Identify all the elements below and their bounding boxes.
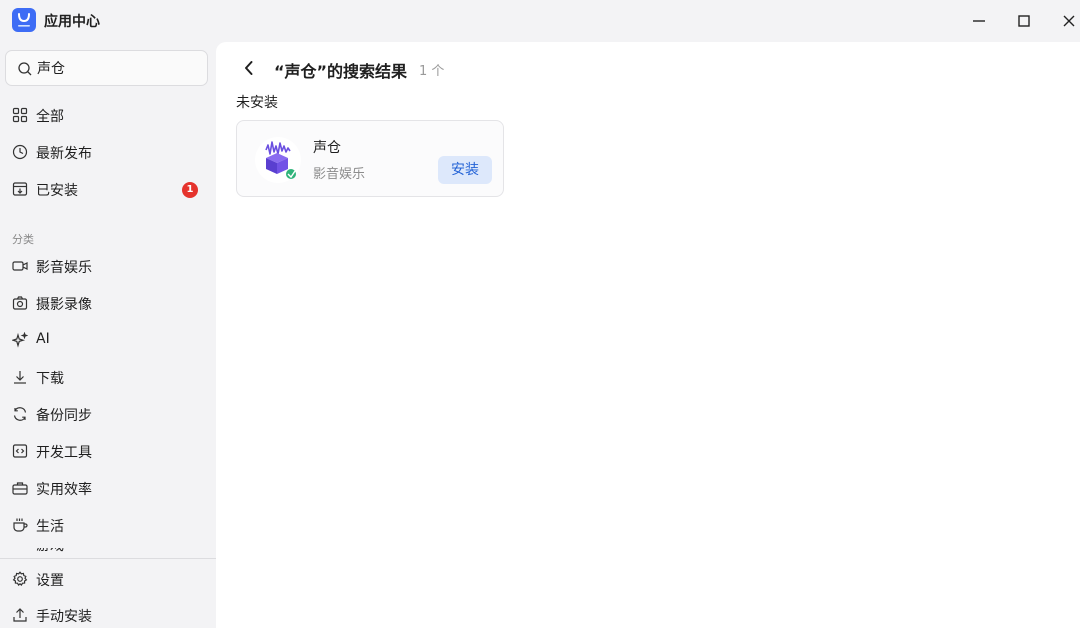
sidebar-item-devtools[interactable]: 开发工具 [0, 434, 216, 468]
sidebar-item-productivity[interactable]: 实用效率 [0, 471, 216, 505]
grid-icon [12, 107, 28, 123]
sidebar-item-label: 全部 [36, 109, 64, 125]
sidebar-item-life[interactable]: 生活 [0, 508, 216, 542]
sidebar-item-label: 手动安装 [36, 609, 92, 625]
update-count-badge: 1 [182, 182, 198, 198]
sidebar-item-label: 实用效率 [36, 482, 92, 498]
title-bar: 应用中心 [0, 0, 1080, 42]
chevron-left-icon [245, 61, 253, 75]
app-icon [254, 136, 302, 184]
search-box[interactable] [5, 50, 208, 86]
sidebar-item-backup[interactable]: 备份同步 [0, 397, 216, 431]
sidebar-item-games-partial: 游戏 [36, 548, 76, 554]
toolbox-icon [12, 480, 28, 496]
sidebar-item-media[interactable]: 影音娱乐 [0, 249, 216, 283]
sync-icon [12, 406, 28, 422]
sidebar-item-settings[interactable]: 设置 [0, 562, 216, 596]
video-camera-icon [12, 258, 28, 274]
sidebar-item-installed[interactable]: 已安装 1 [0, 172, 216, 206]
sidebar-item-label: 影音娱乐 [36, 260, 92, 276]
main-content: “声仓”的搜索结果 1 个 未安装 声仓 影音娱乐 安装 [216, 42, 1080, 628]
sidebar: 全部 最新发布 已安装 1 分类 影音娱乐 摄影录像 [0, 42, 216, 628]
app-card[interactable]: 声仓 影音娱乐 安装 [236, 120, 504, 197]
sidebar-item-all[interactable]: 全部 [0, 98, 216, 132]
app-center-logo-icon [12, 8, 36, 32]
search-input[interactable] [37, 57, 197, 79]
sparkle-icon [12, 332, 28, 348]
sidebar-item-label: 备份同步 [36, 408, 92, 424]
app-window: 应用中心 全部 最新发布 [0, 0, 1080, 628]
sidebar-item-manual-install[interactable]: 手动安装 [0, 598, 216, 628]
sidebar-item-label: 生活 [36, 519, 64, 535]
app-category: 影音娱乐 [313, 167, 366, 182]
sidebar-item-label: 最新发布 [36, 146, 92, 162]
app-title: 应用中心 [44, 14, 100, 30]
download-icon [12, 369, 28, 385]
maximize-button[interactable] [1012, 9, 1036, 33]
category-section-label: 分类 [12, 233, 34, 246]
camera-icon [12, 295, 28, 311]
results-count: 1 个 [419, 64, 445, 79]
sidebar-item-label: 摄影录像 [36, 297, 92, 313]
sidebar-item-label: 开发工具 [36, 445, 92, 461]
sidebar-item-download[interactable]: 下载 [0, 360, 216, 394]
sidebar-item-label: 下载 [36, 371, 64, 387]
sidebar-item-ai[interactable]: AI [0, 323, 216, 357]
app-name: 声仓 [313, 140, 341, 156]
upload-icon [12, 607, 28, 623]
minimize-button[interactable] [967, 9, 991, 33]
installed-box-icon [12, 181, 28, 197]
sidebar-divider [0, 558, 216, 559]
sidebar-item-label: 设置 [36, 573, 64, 589]
code-icon [12, 443, 28, 459]
search-results-title: “声仓”的搜索结果 [274, 62, 408, 81]
back-button[interactable] [239, 58, 259, 78]
cup-icon [12, 517, 28, 533]
install-button[interactable]: 安装 [438, 156, 492, 184]
close-button[interactable] [1057, 9, 1080, 33]
sidebar-item-label: AI [36, 331, 50, 347]
search-icon [17, 61, 33, 77]
not-installed-group-label: 未安装 [236, 95, 278, 111]
sidebar-item-latest[interactable]: 最新发布 [0, 135, 216, 169]
sidebar-item-label: 已安装 [36, 183, 78, 199]
gear-icon [12, 571, 28, 587]
sidebar-item-photo[interactable]: 摄影录像 [0, 286, 216, 320]
clock-icon [12, 144, 28, 160]
